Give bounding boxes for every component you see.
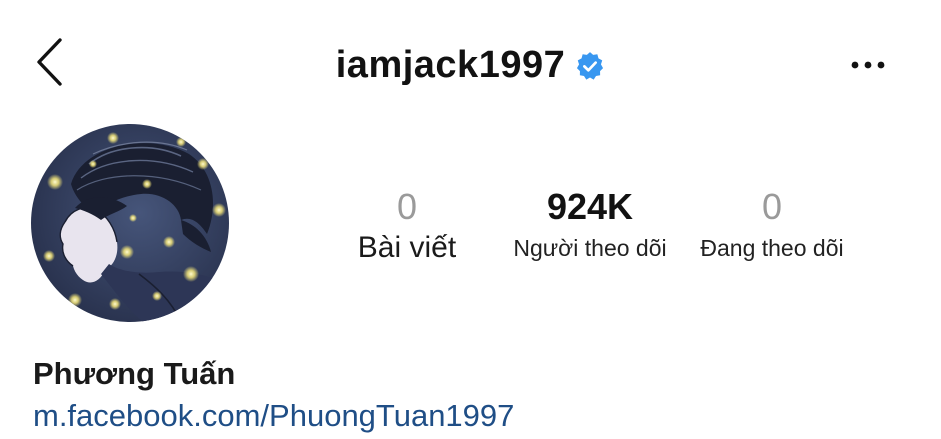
posts-count: 0 [396,186,418,227]
more-horizontal-icon [851,61,885,69]
followers-count: 924K [546,186,634,227]
following-count: 0 [761,186,783,227]
avatar[interactable] [31,124,229,322]
verified-badge-icon [577,52,604,80]
avatar-illustration [31,124,229,322]
profile-full-name: Phương Tuấn [33,356,236,391]
following-stat[interactable]: 0 Đang theo dõi [686,186,858,266]
posts-stat[interactable]: 0 Bài viết [348,186,466,266]
posts-label: Bài viết [357,231,457,264]
username-title: iamjack1997 [335,43,566,86]
more-options-button[interactable] [846,50,890,80]
bio-link[interactable]: m.facebook.com/PhuongTuan1997 [33,398,514,434]
followers-stat[interactable]: 924K Người theo dõi [500,186,680,266]
profile-header: iamjack1997 [0,40,941,90]
following-label: Đang theo dõi [700,235,844,261]
followers-label: Người theo dõi [513,235,667,261]
